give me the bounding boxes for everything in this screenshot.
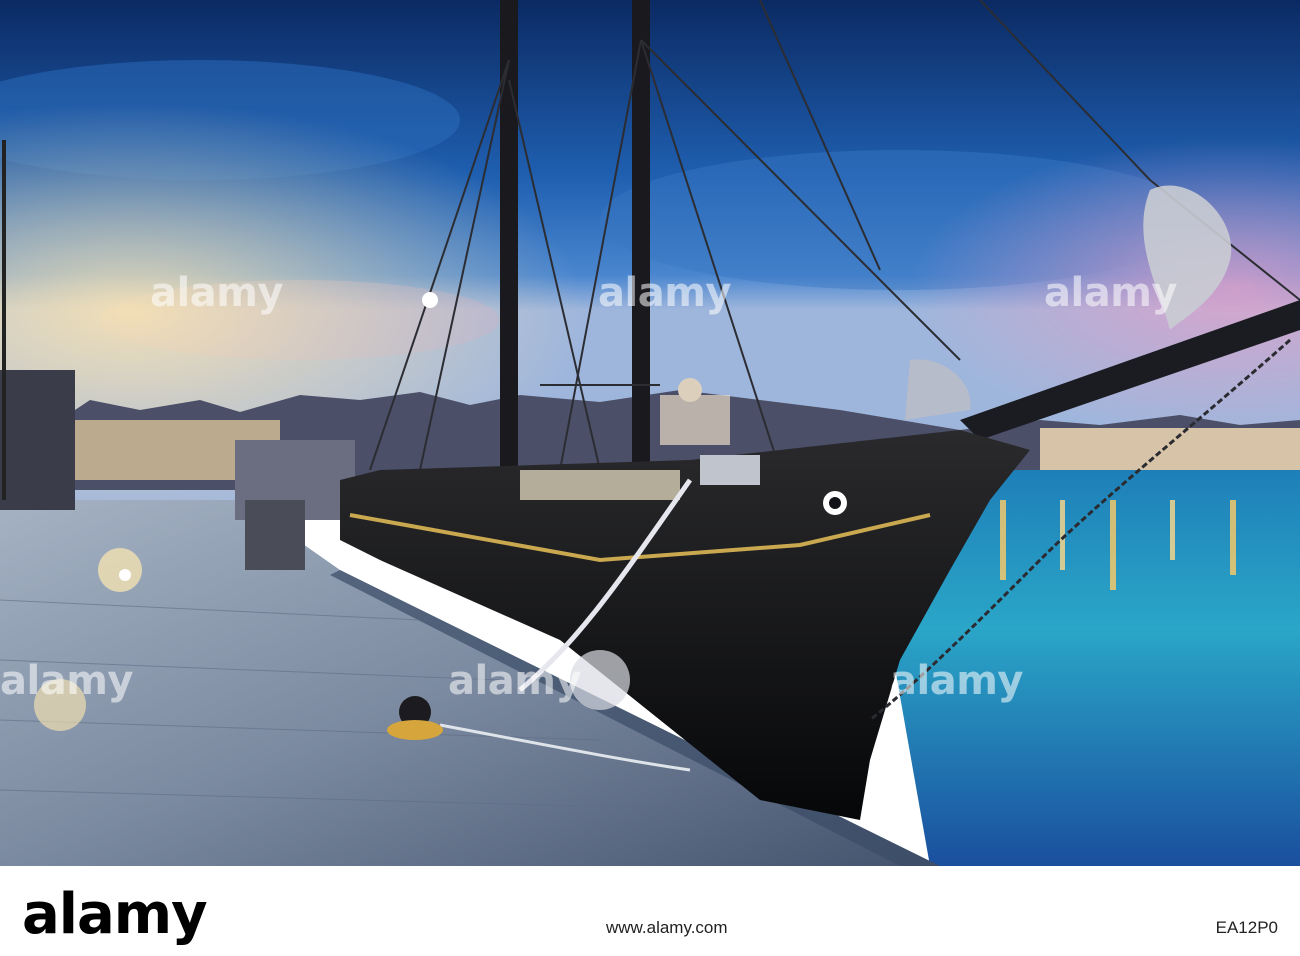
site-url: www.alamy.com	[606, 918, 728, 937]
harbor-photo: alamy alamy alamy alamy alamy alamy	[0, 0, 1300, 866]
sailing-ship-scene	[0, 0, 1300, 866]
image-id: EA12P0	[1215, 918, 1278, 937]
stock-footer: alamy www.alamy.com EA12P0	[0, 866, 1300, 956]
alamy-logo: alamy	[22, 882, 208, 947]
